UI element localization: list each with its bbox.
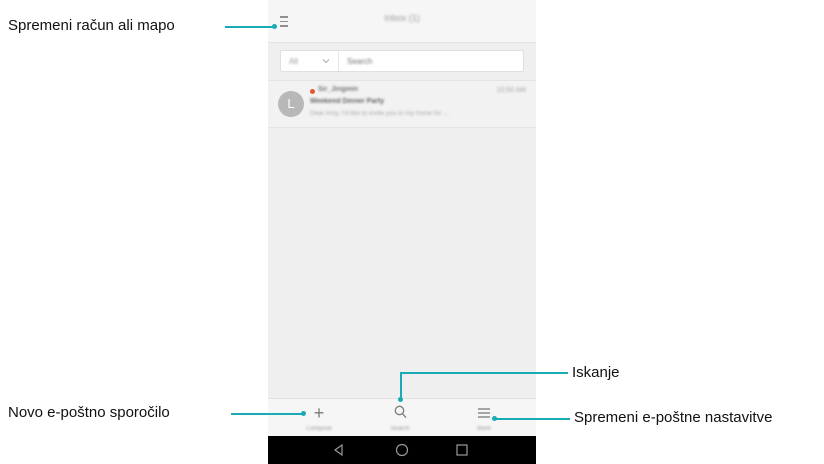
callout-line-settings bbox=[494, 418, 570, 420]
inbox-title: Inbox (1) bbox=[384, 13, 420, 23]
callout-new-email: Novo e-poštno sporočilo bbox=[8, 404, 170, 421]
message-list-item[interactable]: L Sir_Jingmin 10:50 AM Weekend Dinner Pa… bbox=[268, 80, 536, 128]
compose-label: Compose bbox=[306, 426, 332, 432]
message-sender: Sir_Jingmin bbox=[318, 86, 359, 93]
search-input[interactable] bbox=[339, 51, 523, 71]
chevron-down-icon bbox=[322, 59, 330, 64]
callout-dot-account-folder bbox=[272, 24, 277, 29]
back-icon[interactable] bbox=[332, 443, 346, 457]
compose-button[interactable]: + Compose bbox=[289, 399, 349, 437]
folder-filter-dropdown[interactable]: All bbox=[281, 51, 339, 71]
menu-icon bbox=[478, 408, 490, 418]
home-icon[interactable] bbox=[395, 443, 409, 457]
callout-dot-new-email bbox=[301, 411, 306, 416]
message-subject: Weekend Dinner Party bbox=[310, 98, 385, 105]
avatar: L bbox=[278, 91, 304, 117]
callout-dot-settings bbox=[492, 416, 497, 421]
folder-filter-value: All bbox=[289, 56, 298, 66]
top-app-bar: Inbox (1) bbox=[268, 0, 536, 43]
filter-bar: All bbox=[280, 50, 524, 72]
message-time: 10:50 AM bbox=[496, 87, 526, 94]
message-preview: Dear Amy, I'd like to invite you to my h… bbox=[310, 110, 449, 117]
callout-search: Iskanje bbox=[572, 364, 620, 381]
callout-dot-search bbox=[398, 397, 403, 402]
system-navigation-bar bbox=[268, 436, 536, 464]
callout-settings: Spremeni e-poštne nastavitve bbox=[574, 409, 773, 426]
unread-dot-icon bbox=[310, 89, 315, 94]
search-icon bbox=[394, 405, 407, 419]
more-label: More bbox=[477, 426, 491, 432]
recents-icon[interactable] bbox=[455, 443, 469, 457]
callout-line-new-email bbox=[231, 413, 303, 415]
phone-screen: Inbox (1) All L Sir_Jingmin 10:50 AM Wee… bbox=[268, 0, 536, 464]
search-button[interactable]: Search bbox=[370, 399, 430, 437]
callout-line-account-folder bbox=[225, 26, 274, 28]
callout-line-search-vertical bbox=[400, 372, 402, 399]
callout-account-folder: Spremeni račun ali mapo bbox=[8, 17, 175, 34]
callout-line-search-horizontal bbox=[400, 372, 568, 374]
search-label: Search bbox=[390, 426, 410, 432]
